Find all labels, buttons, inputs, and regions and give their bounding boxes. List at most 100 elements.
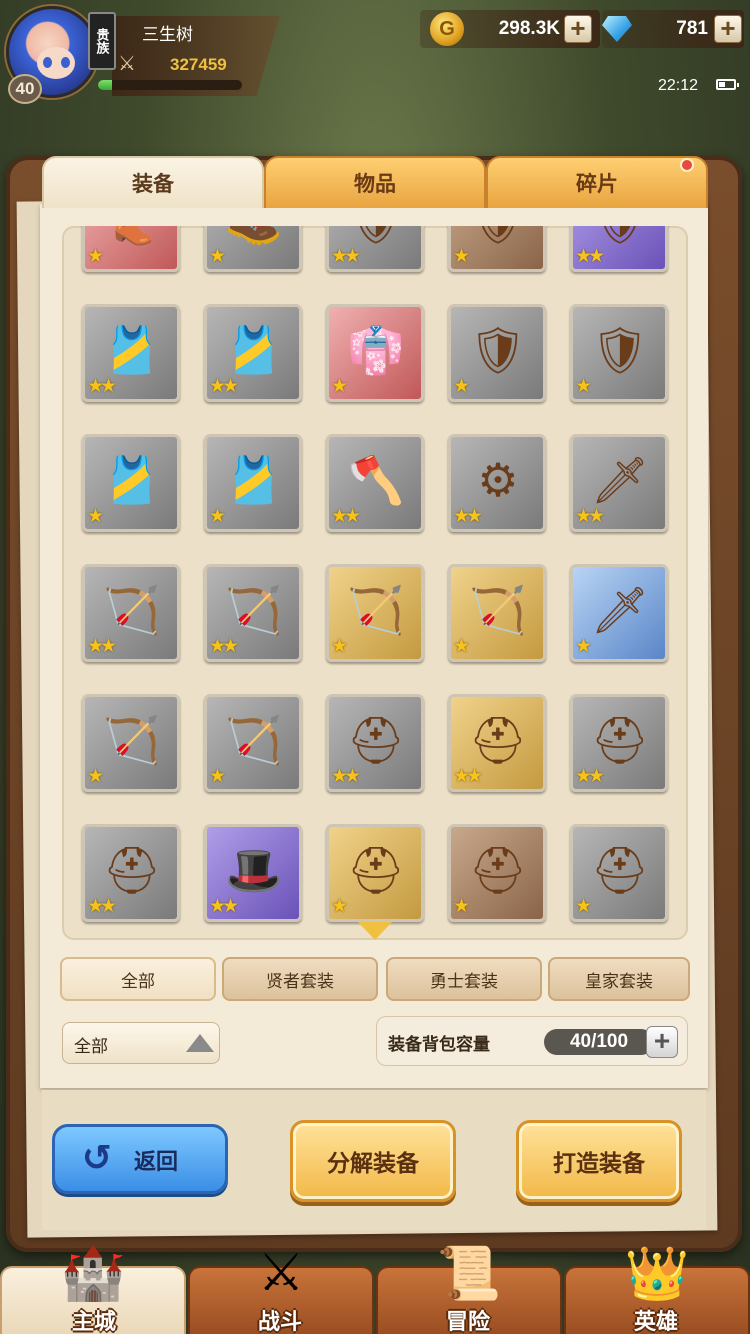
star-rating: ★	[331, 636, 348, 657]
axe-icon: 🪓	[347, 454, 405, 506]
clock: 22:12	[658, 77, 699, 94]
equipment-slot[interactable]: 🏹 ★	[326, 564, 424, 662]
vip-badge: 贵族	[88, 12, 116, 70]
forge-equipment-button[interactable]: 打造装备	[516, 1120, 682, 1202]
star-rating: ★	[209, 766, 226, 787]
wizard-hat-icon: 🎩	[225, 844, 283, 896]
leather-vest-icon: 🎽	[103, 324, 161, 376]
star-rating: ★	[87, 506, 104, 527]
equipment-slot[interactable]: 🎽 ★	[204, 434, 302, 532]
equipment-slot[interactable]: ⛑ ★★	[326, 694, 424, 792]
gold-amount: 298.3K	[498, 18, 560, 39]
bag-capacity-value: 40/100	[569, 1031, 629, 1052]
filter-sage-set[interactable]: 贤者套装	[222, 957, 378, 1001]
player-power: 327459	[170, 55, 227, 74]
bag-capacity-label: 装备背包容量	[388, 1035, 490, 1054]
equipment-slot[interactable]: ⛑ ★	[448, 824, 546, 922]
golden-helmet-icon: ⛑	[346, 844, 406, 896]
crossed-swords-icon: ⚔	[257, 1244, 305, 1302]
equipment-slot[interactable]: 🛡★	[448, 226, 546, 272]
battery-icon	[716, 79, 739, 90]
leather-vest-icon: 🎽	[225, 454, 283, 506]
equipment-slot[interactable]: ⛑ ★★	[82, 824, 180, 922]
bow-icon: 🏹	[225, 584, 283, 636]
bronze-helmet-icon: ⛑	[590, 714, 650, 766]
tab-equipment[interactable]: 装备	[42, 156, 264, 208]
star-rating: ★★	[209, 896, 239, 917]
star-rating: ★	[87, 246, 104, 267]
equipment-slot[interactable]: 🏹 ★★	[82, 564, 180, 662]
equipment-slot[interactable]: 🎩 ★★	[204, 824, 302, 922]
equipment-slot[interactable]: 🛡★	[570, 304, 668, 402]
equipment-slot[interactable]: 🗡 ★	[570, 564, 668, 662]
equipment-slot[interactable]: 🗡 ★★	[570, 434, 668, 532]
decompose-equipment-button[interactable]: 分解装备	[290, 1120, 456, 1202]
kite-shield-icon: 🛡	[465, 226, 531, 253]
equipment-slot[interactable]: 🏹 ★	[448, 564, 546, 662]
star-rating: ★	[209, 246, 226, 267]
exp-bar-fill	[98, 80, 113, 90]
equipment-slot[interactable]: 🪓 ★★	[326, 434, 424, 532]
plumed-helmet-icon: ⛑	[468, 844, 528, 896]
return-arrow-icon: ↺	[81, 1137, 113, 1178]
equipment-grid-panel[interactable]: 👢★🥾★🛡★★🛡★🛡★★🎽★★🎽★★👘★🛡★🛡★🎽★🎽★🪓★★⚙★★🗡★★🏹★★…	[62, 226, 688, 940]
fragments-notification-dot	[680, 158, 694, 172]
avatar-eye	[61, 57, 70, 68]
equipment-slot[interactable]: 👘 ★	[326, 304, 424, 402]
star-rating: ★★	[331, 246, 361, 267]
star-rating: ★	[453, 636, 470, 657]
nav-heroes-label: 英雄	[633, 1309, 678, 1334]
filter-warrior-set[interactable]: 勇士套装	[386, 957, 542, 1001]
equipment-slot[interactable]: 🥾★	[204, 226, 302, 272]
equipment-slot[interactable]: 🏹 ★★	[204, 564, 302, 662]
equipment-slot[interactable]: 🛡★	[448, 304, 546, 402]
nav-battle-label: 战斗	[257, 1309, 302, 1334]
star-rating: ★	[331, 896, 348, 917]
filter-royal-set[interactable]: 皇家套装	[548, 957, 690, 1001]
golden-bow-icon: 🏹	[469, 584, 527, 636]
star-rating: ★	[575, 896, 592, 917]
leather-vest-icon: 🎽	[103, 454, 161, 506]
sword-icon: 🗡	[590, 454, 650, 506]
leather-vest-icon: 🎽	[225, 324, 283, 376]
player-level-badge: 40	[8, 74, 42, 104]
equipment-slot[interactable]: 🎽 ★	[82, 434, 180, 532]
add-gems-button[interactable]: +	[714, 15, 742, 43]
tab-fragments[interactable]: 碎片	[486, 156, 708, 208]
star-rating: ★★	[331, 506, 361, 527]
iron-helmet-icon: ⛑	[590, 844, 650, 896]
equipment-slot[interactable]: 👢★	[82, 226, 180, 272]
star-rating: ★	[331, 376, 348, 397]
equipment-slot[interactable]: ⛑ ★★	[448, 694, 546, 792]
equipment-slot[interactable]: 🎽 ★★	[204, 304, 302, 402]
star-rating: ★	[453, 896, 470, 917]
star-rating: ★★	[331, 766, 361, 787]
equipment-slot[interactable]: ⛑ ★	[326, 824, 424, 922]
equipment-slot[interactable]: 🎽 ★★	[82, 304, 180, 402]
star-rating: ★	[575, 376, 592, 397]
filter-all[interactable]: 全部	[60, 957, 216, 1001]
star-rating: ★★	[87, 636, 117, 657]
equipment-slot[interactable]: ⚙ ★★	[448, 434, 546, 532]
star-rating: ★★	[453, 766, 483, 787]
star-rating: ★★	[87, 376, 117, 397]
equipment-slot[interactable]: 🏹 ★	[204, 694, 302, 792]
equipment-slot[interactable]: ⛑ ★	[570, 824, 668, 922]
equipment-slot[interactable]: 🛡★★	[570, 226, 668, 272]
star-rating: ★★	[209, 636, 239, 657]
star-rating: ★	[453, 376, 470, 397]
tab-items[interactable]: 物品	[264, 156, 486, 208]
star-rating: ★	[209, 506, 226, 527]
star-rating: ★	[575, 636, 592, 657]
bow-icon: 🏹	[103, 584, 161, 636]
star-rating: ★	[453, 246, 470, 267]
bow-icon: 🏹	[103, 714, 161, 766]
add-gold-button[interactable]: +	[564, 15, 592, 43]
equipment-slot[interactable]: ⛑ ★★	[570, 694, 668, 792]
plate-armor-icon: 🛡	[590, 324, 650, 376]
equipment-slot[interactable]: 🛡★★	[326, 226, 424, 272]
nav-adventure-label: 冒险	[445, 1309, 490, 1334]
equipment-slot[interactable]: 🏹 ★	[82, 694, 180, 792]
back-button-label: 返回	[134, 1149, 179, 1174]
expand-capacity-button[interactable]: +	[646, 1026, 678, 1058]
